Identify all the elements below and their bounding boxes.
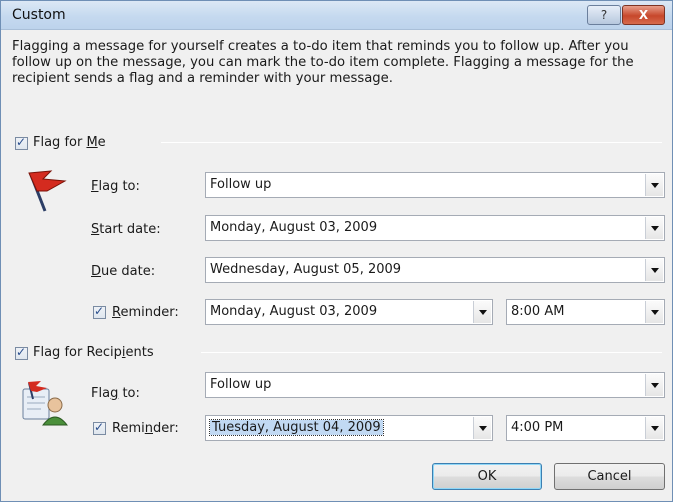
- help-icon: ?: [600, 8, 608, 22]
- recipient-reminder-time-combo[interactable]: 4:00 PM: [506, 415, 665, 441]
- flag-for-me-checkbox[interactable]: [15, 135, 28, 150]
- flag-to-combo[interactable]: Follow up: [205, 172, 665, 198]
- ok-button[interactable]: OK: [432, 463, 542, 490]
- start-date-combo[interactable]: Monday, August 03, 2009: [205, 215, 665, 241]
- recipient-flag-to-combo[interactable]: Follow up: [205, 372, 665, 398]
- recipient-reminder-date-value: Tuesday, August 04, 2009: [209, 419, 384, 436]
- chevron-down-icon[interactable]: [645, 374, 663, 396]
- chevron-down-icon[interactable]: [645, 259, 663, 281]
- start-date-label: Start date:: [91, 222, 161, 237]
- flag-for-recipients-checkbox[interactable]: [15, 345, 28, 360]
- flag-to-label: Flag to:: [91, 179, 140, 194]
- recipient-flag-to-label: Flag to:: [91, 386, 140, 401]
- reminder-checkbox[interactable]: [93, 304, 106, 319]
- reminder-date-combo[interactable]: Monday, August 03, 2009: [205, 299, 493, 325]
- dialog-description: Flagging a message for yourself creates …: [12, 39, 634, 86]
- reminder-time-value: 8:00 AM: [511, 304, 565, 319]
- recipient-reminder-date-combo[interactable]: Tuesday, August 04, 2009: [205, 415, 493, 441]
- due-date-combo[interactable]: Wednesday, August 05, 2009: [205, 257, 665, 283]
- red-flag-icon: [28, 170, 67, 212]
- chevron-down-icon[interactable]: [473, 417, 491, 439]
- flag-for-me-separator: [161, 142, 662, 143]
- custom-dialog: Custom ? X Flagging a message for yourse…: [0, 0, 673, 502]
- recipient-reminder-time-value: 4:00 PM: [511, 420, 564, 435]
- flag-for-me-label: Flag for Me: [33, 135, 106, 150]
- chevron-down-icon[interactable]: [645, 417, 663, 439]
- recipient-flag-to-value: Follow up: [210, 377, 272, 392]
- start-date-value: Monday, August 03, 2009: [210, 220, 378, 235]
- close-button[interactable]: X: [622, 5, 665, 25]
- recipient-reminder-label: Reminder:: [112, 421, 179, 436]
- flag-for-recipients-separator: [201, 352, 662, 353]
- flag-for-recipients-label: Flag for Recipients: [33, 345, 154, 360]
- reminder-time-combo[interactable]: 8:00 AM: [506, 299, 665, 325]
- due-date-value: Wednesday, August 05, 2009: [210, 262, 402, 277]
- help-button[interactable]: ?: [587, 5, 621, 25]
- chevron-down-icon[interactable]: [645, 174, 663, 196]
- close-icon: X: [638, 8, 649, 22]
- chevron-down-icon[interactable]: [473, 301, 491, 323]
- reminder-date-value: Monday, August 03, 2009: [210, 304, 378, 319]
- recipient-flag-icon: [22, 381, 69, 426]
- cancel-button[interactable]: Cancel: [554, 463, 665, 490]
- chevron-down-icon[interactable]: [645, 217, 663, 239]
- reminder-label: Reminder:: [112, 305, 179, 320]
- due-date-label: Due date:: [91, 264, 156, 279]
- recipient-reminder-checkbox[interactable]: [93, 420, 106, 435]
- dialog-title: Custom: [12, 7, 66, 23]
- flag-to-value: Follow up: [210, 177, 272, 192]
- title-bar: Custom ? X: [1, 1, 672, 30]
- chevron-down-icon[interactable]: [645, 301, 663, 323]
